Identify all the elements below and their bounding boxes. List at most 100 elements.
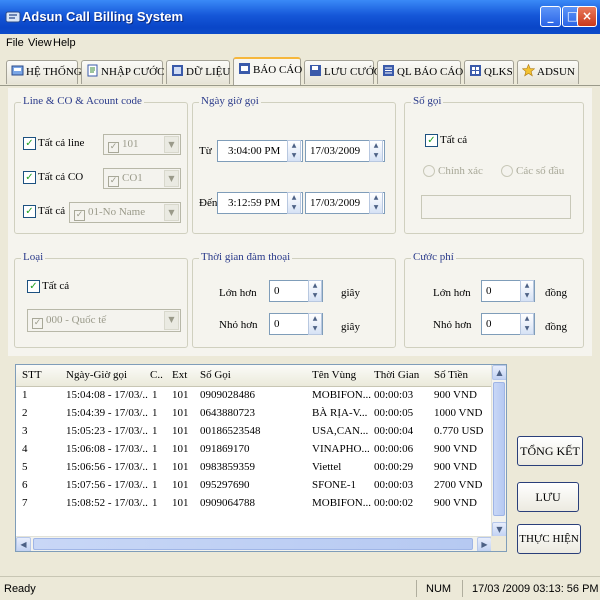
spin-down-icon[interactable]: ▼ xyxy=(309,291,321,301)
tab-qlks[interactable]: QLKS xyxy=(464,60,514,84)
report-icon xyxy=(239,63,250,74)
column-header[interactable]: Ext xyxy=(172,369,187,381)
save-button[interactable]: LƯU xyxy=(517,482,579,512)
duration-less-spinner[interactable]: ▲ ▼ xyxy=(308,313,322,335)
spin-up-icon[interactable]: ▲ xyxy=(370,141,382,151)
menu-file[interactable]: File xyxy=(6,37,24,49)
title-bar[interactable]: Adsun Call Billing System _ □ × xyxy=(0,0,600,34)
close-button[interactable]: × xyxy=(577,6,597,27)
window-title: Adsun Call Billing System xyxy=(22,9,184,24)
to-date-spinner[interactable]: ▲ ▼ xyxy=(369,192,383,214)
fee-greater-spinner[interactable]: ▲ ▼ xyxy=(520,280,534,302)
tab-luu-cuoc[interactable]: LƯU CƯỚC xyxy=(304,60,381,84)
fee-less-label: Nhỏ hơn xyxy=(433,319,472,331)
hotel-icon xyxy=(470,65,481,76)
scroll-down-icon[interactable]: ▼ xyxy=(492,522,506,537)
horizontal-scrollbar[interactable]: ◀ ▶ xyxy=(16,536,492,551)
spin-down-icon[interactable]: ▼ xyxy=(288,203,300,213)
call-records-table[interactable]: STT Ngày-Giờ gọi C.. Ext Số Gọi Tên Vùng… xyxy=(15,364,507,552)
summary-button[interactable]: TỔNG KẾT xyxy=(517,436,583,466)
spin-up-icon[interactable]: ▲ xyxy=(309,281,321,291)
chevron-down-icon[interactable]: ▼ xyxy=(164,136,179,153)
vertical-scroll-thumb[interactable] xyxy=(493,382,505,516)
scroll-right-icon[interactable]: ▶ xyxy=(477,537,492,551)
column-header[interactable]: Số Gọi xyxy=(200,369,231,381)
spin-up-icon[interactable]: ▲ xyxy=(288,141,300,151)
prefix-radio[interactable] xyxy=(501,165,513,177)
fee-unit-1: đồng xyxy=(545,287,567,299)
from-date-spinner[interactable]: ▲ ▼ xyxy=(369,140,383,162)
chevron-down-icon[interactable]: ▼ xyxy=(164,204,179,221)
spin-down-icon[interactable]: ▼ xyxy=(370,203,382,213)
table-row[interactable]: 3 15:05:23 - 17/03/... 1 101 00186523548 USA,… xyxy=(16,423,492,440)
co-select[interactable]: ✓ CO1 ▼ xyxy=(103,168,181,189)
duration-greater-label: Lớn hơn xyxy=(219,287,257,299)
tab-he-thong[interactable]: HỆ THỐNG xyxy=(6,60,82,84)
vertical-scrollbar[interactable]: ▲ ▼ xyxy=(491,365,506,537)
table-row[interactable]: 4 15:06:08 - 17/03/... 1 101 091869170 VINAPH… xyxy=(16,441,492,458)
minimize-button[interactable]: _ xyxy=(540,6,561,27)
app-window: Adsun Call Billing System _ □ × File Vie… xyxy=(0,0,600,600)
tab-adsun[interactable]: ADSUN xyxy=(517,60,579,84)
spin-down-icon[interactable]: ▼ xyxy=(309,324,321,334)
all-account-checkbox[interactable]: ✓ xyxy=(23,205,36,218)
fee-less-spinner[interactable]: ▲ ▼ xyxy=(520,313,534,335)
duration-greater-spinner[interactable]: ▲ ▼ xyxy=(308,280,322,302)
tab-bao-cao[interactable]: BÁO CÁO xyxy=(233,57,302,85)
account-select[interactable]: ✓ 01-No Name ▼ xyxy=(69,202,181,223)
all-line-checkbox[interactable]: ✓ xyxy=(23,137,36,150)
all-co-checkbox[interactable]: ✓ xyxy=(23,171,36,184)
spin-down-icon[interactable]: ▼ xyxy=(288,151,300,161)
column-header[interactable]: Ngày-Giờ gọi xyxy=(66,369,127,381)
spin-down-icon[interactable]: ▼ xyxy=(521,291,533,301)
fee-unit-2: đồng xyxy=(545,321,567,333)
spin-up-icon[interactable]: ▲ xyxy=(521,314,533,324)
table-row[interactable]: 2 15:04:39 - 17/03/... 1 101 0643880723 BÀ RỊ… xyxy=(16,405,492,422)
tab-du-lieu[interactable]: DỮ LIỆU xyxy=(166,60,230,84)
to-time-spinner[interactable]: ▲ ▼ xyxy=(287,192,301,214)
report-manager-icon xyxy=(383,65,394,76)
menu-help[interactable]: Help xyxy=(53,37,76,49)
chevron-down-icon[interactable]: ▼ xyxy=(164,311,179,330)
execute-button[interactable]: THỰC HIỆN xyxy=(517,524,581,554)
spin-down-icon[interactable]: ▼ xyxy=(521,324,533,334)
horizontal-scroll-thumb[interactable] xyxy=(33,538,473,550)
scroll-up-icon[interactable]: ▲ xyxy=(492,365,506,380)
from-time-spinner[interactable]: ▲ ▼ xyxy=(287,140,301,162)
tab-ql-bao-cao[interactable]: QL BÁO CÁO xyxy=(377,60,463,84)
table-cell: 1 xyxy=(152,443,158,455)
menu-view[interactable]: View xyxy=(28,37,52,49)
column-header[interactable]: C.. xyxy=(150,369,163,381)
line-select[interactable]: ✓ 101 ▼ xyxy=(103,134,181,155)
all-number-checkbox[interactable]: ✓ xyxy=(425,134,438,147)
tab-label: NHẬP CƯỚC xyxy=(101,66,165,78)
table-row[interactable]: 5 15:06:56 - 17/03/... 1 101 0983859359 Viett… xyxy=(16,459,492,476)
chevron-down-icon[interactable]: ▼ xyxy=(164,170,179,187)
column-header[interactable]: Số Tiền xyxy=(434,369,468,381)
type-select[interactable]: ✓ 000 - Quốc tế ▼ xyxy=(27,309,181,332)
spin-up-icon[interactable]: ▲ xyxy=(309,314,321,324)
spin-down-icon[interactable]: ▼ xyxy=(370,151,382,161)
number-input[interactable] xyxy=(421,195,571,219)
exact-radio[interactable] xyxy=(423,165,435,177)
table-row[interactable]: 7 15:08:52 - 17/03/... 1 101 0909064788 MOBIF… xyxy=(16,495,492,512)
column-header[interactable]: Thời Gian xyxy=(374,369,419,381)
spin-up-icon[interactable]: ▲ xyxy=(370,193,382,203)
table-cell: 15:06:56 - 17/03/... xyxy=(66,461,148,473)
spin-up-icon[interactable]: ▲ xyxy=(521,281,533,291)
group-title: Line & CO & Acount code xyxy=(21,95,144,107)
table-cell: 1000 VND xyxy=(434,407,483,419)
column-header[interactable]: Tên Vùng xyxy=(312,369,356,381)
all-line-label: Tất cả line xyxy=(38,137,85,149)
table-cell: 00:00:03 xyxy=(374,479,414,491)
duration-group: Thời gian đàm thoại Lớn hơn 0 ▲ ▼ giây Nh… xyxy=(192,251,396,348)
spin-up-icon[interactable]: ▲ xyxy=(288,193,300,203)
tab-nhap-cuoc[interactable]: NHẬP CƯỚC xyxy=(81,60,165,84)
column-header[interactable]: STT xyxy=(22,369,42,381)
scroll-left-icon[interactable]: ◀ xyxy=(16,537,31,551)
table-cell: 1 xyxy=(22,389,28,401)
all-type-checkbox[interactable]: ✓ xyxy=(27,280,40,293)
table-row[interactable]: 1 15:04:08 - 17/03/... 1 101 0909028486 MOBIF… xyxy=(16,387,492,404)
table-row[interactable]: 6 15:07:56 - 17/03/... 1 101 095297690 SFONE-… xyxy=(16,477,492,494)
table-cell: 091869170 xyxy=(200,443,250,455)
